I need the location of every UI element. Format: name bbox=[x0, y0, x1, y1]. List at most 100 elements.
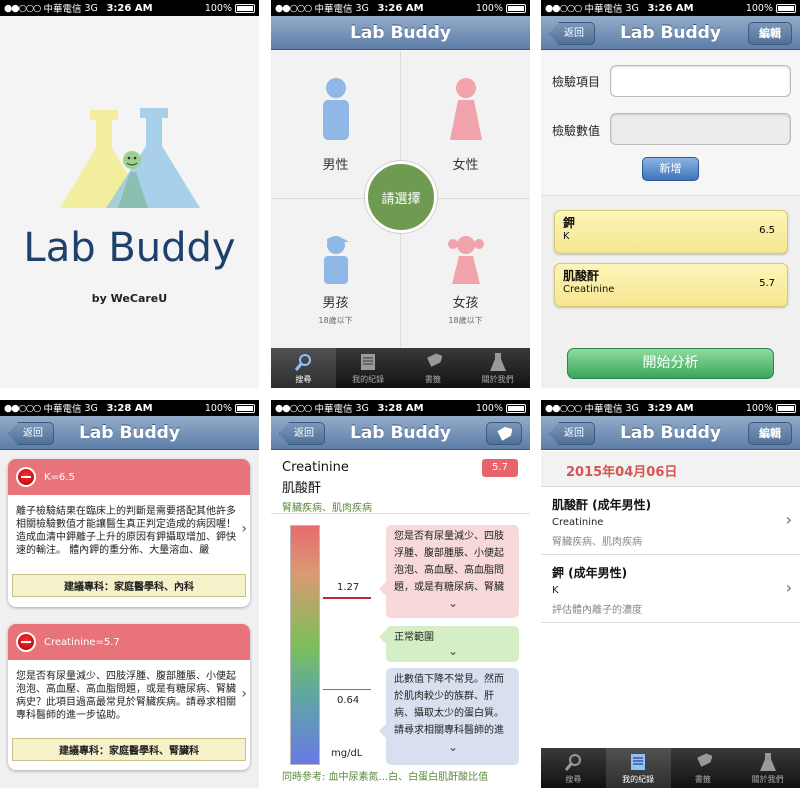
status-bar: ●●○○○ 中華電信 3G 3:26 AM 100% bbox=[541, 0, 800, 16]
back-button[interactable]: 返回 bbox=[8, 422, 54, 445]
back-button[interactable]: 返回 bbox=[549, 22, 595, 45]
add-label: 新增 bbox=[659, 162, 682, 175]
low-description: 此數值下降不常見。然而於肌肉較少的族群、肝病、攝取太少的蛋白質。請尋求相關專科醫… bbox=[394, 674, 504, 736]
low-threshold: 0.64 bbox=[337, 695, 360, 706]
select-screen: ●●○○○ 中華電信 3G 3:26 AM 100% Lab Buddy 男性 女… bbox=[271, 0, 530, 388]
bookmark-button[interactable] bbox=[486, 422, 522, 445]
result-card[interactable]: K=6.5 離子檢驗結果在臨床上的判斷是需要搭配其他許多相關檢驗數值才能讓醫生真… bbox=[8, 459, 250, 607]
tab-search[interactable]: 搜尋 bbox=[271, 348, 336, 388]
test-name-zh: 肌酸酐 bbox=[282, 481, 322, 496]
chevron-right-icon: › bbox=[241, 686, 247, 702]
tab-label: 書籤 bbox=[694, 775, 711, 784]
result-specialty: 建議專科：家庭醫學科、腎臟科 bbox=[12, 738, 246, 761]
tab-label: 書籤 bbox=[424, 375, 441, 384]
tag-icon bbox=[497, 426, 513, 441]
nav-title: Lab Buddy bbox=[79, 422, 180, 443]
item-input[interactable] bbox=[610, 65, 791, 97]
tab-bar: 搜尋 我的紀錄 書籤 關於我們 bbox=[271, 348, 530, 388]
search-icon bbox=[565, 754, 582, 771]
nav-bar: 返回 Lab Buddy bbox=[271, 416, 530, 450]
tab-bookmarks[interactable]: 書籤 bbox=[671, 748, 736, 788]
chevron-down-icon: ⌄ bbox=[448, 644, 459, 658]
chevron-down-icon: ⌄ bbox=[448, 740, 459, 754]
record-description: 評估體內離子的濃度 bbox=[552, 605, 642, 616]
document-icon bbox=[631, 754, 646, 770]
test-value-badge: 5.7 bbox=[482, 459, 518, 477]
result-card-header: K=6.5 bbox=[8, 459, 250, 495]
entry-card[interactable]: 鉀 K 6.5 bbox=[554, 210, 788, 254]
boy-age-note: 18歲以下 bbox=[318, 316, 353, 325]
man-icon bbox=[322, 78, 349, 140]
analyze-label: 開始分析 bbox=[642, 355, 699, 371]
back-button[interactable]: 返回 bbox=[279, 422, 325, 445]
tab-records[interactable]: 我的紀錄 bbox=[605, 748, 671, 788]
record-row[interactable]: 肌酸酐 (成年男性) Creatinine 腎臟疾病、肌肉疾病 › bbox=[541, 488, 800, 555]
high-description: 您是否有尿量減少、四肢浮腫、腹部腫脹、小便起泡泡、高血壓、高血脂問題，或是有糖尿… bbox=[394, 531, 504, 593]
card-code: Creatinine bbox=[563, 284, 615, 295]
related-diseases: 腎臟疾病、肌肉疾病 bbox=[282, 503, 372, 514]
card-name: 鉀 bbox=[563, 216, 576, 230]
record-code: K bbox=[552, 585, 559, 596]
nav-title: Lab Buddy bbox=[350, 422, 451, 443]
search-icon bbox=[295, 354, 312, 371]
tab-about[interactable]: 關於我們 bbox=[735, 748, 800, 788]
record-title: 鉀 (成年男性) bbox=[552, 566, 628, 580]
chevron-down-icon: ⌄ bbox=[448, 596, 459, 610]
girl-label: 女孩 bbox=[452, 296, 479, 311]
male-label: 男性 bbox=[322, 158, 349, 173]
record-code: Creatinine bbox=[552, 517, 604, 528]
record-title: 肌酸酐 (成年男性) bbox=[552, 498, 652, 512]
see-also: 同時參考: 血中尿素氮...白、白蛋白肌酐酸比值 bbox=[282, 772, 489, 783]
chevron-right-icon: › bbox=[785, 510, 792, 529]
records-screen: ●●○○○ 中華電信 3G 3:29 AM 100% 返回 Lab Buddy 編… bbox=[541, 400, 800, 788]
detail-screen: ●●○○○ 中華電信 3G 3:28 AM 100% 返回 Lab Buddy C… bbox=[271, 400, 530, 788]
normal-description: 正常範圍 bbox=[394, 632, 434, 643]
edit-button[interactable]: 編輯 bbox=[748, 422, 792, 445]
splash-screen: ●●○○○ 中華電信 3G 3:26 AM 100% Lab Buddy by W… bbox=[0, 0, 259, 388]
tag-icon bbox=[696, 753, 712, 767]
nav-bar: 返回 Lab Buddy 編輯 bbox=[541, 16, 800, 50]
tab-label: 關於我們 bbox=[481, 375, 514, 384]
entry-card[interactable]: 肌酸酐 Creatinine 5.7 bbox=[554, 263, 788, 307]
value-label: 檢驗數值 bbox=[552, 124, 601, 138]
alert-icon bbox=[16, 467, 36, 487]
entry-screen: ●●○○○ 中華電信 3G 3:26 AM 100% 返回 Lab Buddy 編… bbox=[541, 0, 800, 388]
tab-records[interactable]: 我的紀錄 bbox=[336, 348, 401, 388]
edit-button[interactable]: 編輯 bbox=[748, 22, 792, 45]
add-button[interactable]: 新增 bbox=[642, 157, 699, 181]
analyze-button[interactable]: 開始分析 bbox=[567, 348, 774, 379]
tab-label: 搜尋 bbox=[565, 775, 582, 784]
back-button[interactable]: 返回 bbox=[549, 422, 595, 445]
value-input[interactable] bbox=[610, 113, 791, 145]
result-body: 離子檢驗結果在臨床上的判斷是需要搭配其他許多相關檢驗數值才能讓醫生真正判定造成的… bbox=[16, 506, 236, 556]
tab-search[interactable]: 搜尋 bbox=[541, 748, 606, 788]
boy-icon bbox=[323, 236, 349, 284]
item-label: 檢驗項目 bbox=[552, 75, 601, 89]
tab-label: 搜尋 bbox=[295, 375, 312, 384]
tab-bookmarks[interactable]: 書籤 bbox=[401, 348, 466, 388]
status-bar: ●●○○○ 中華電信 3G 3:28 AM 100% bbox=[271, 400, 530, 416]
result-card[interactable]: Creatinine=5.7 您是否有尿量減少、四肢浮腫、腹部腫脹、小便起泡泡、… bbox=[8, 624, 250, 770]
entry-form: 檢驗項目 檢驗數值 新增 bbox=[541, 51, 800, 196]
status-bar: ●●○○○ 中華電信 3G 3:28 AM 100% bbox=[0, 400, 259, 416]
splash-title: Lab Buddy bbox=[23, 225, 236, 271]
result-specialty: 建議專科：家庭醫學科、內科 bbox=[12, 574, 246, 597]
status-bar: ●●○○○ 中華電信 3G 3:26 AM 100% bbox=[271, 0, 530, 16]
card-value: 6.5 bbox=[759, 225, 775, 236]
select-prompt-label: 請選擇 bbox=[381, 191, 421, 207]
results-screen: ●●○○○ 中華電信 3G 3:28 AM 100% 返回 Lab Buddy K… bbox=[0, 400, 259, 788]
nav-bar: 返回 Lab Buddy bbox=[0, 416, 259, 450]
high-threshold: 1.27 bbox=[337, 582, 360, 593]
select-prompt-button[interactable]: 請選擇 bbox=[365, 161, 437, 233]
girl-age-note: 18歲以下 bbox=[448, 316, 483, 325]
date-header: 2015年04月06日 bbox=[541, 451, 800, 487]
clock: 3:28 AM bbox=[106, 402, 153, 414]
result-title: K=6.5 bbox=[44, 471, 75, 483]
record-description: 腎臟疾病、肌肉疾病 bbox=[552, 537, 642, 548]
tab-about[interactable]: 關於我們 bbox=[465, 348, 530, 388]
girl-icon bbox=[447, 236, 484, 284]
card-code: K bbox=[563, 231, 570, 242]
flask-icon bbox=[489, 353, 506, 371]
record-row[interactable]: 鉀 (成年男性) K 評估體內離子的濃度 › bbox=[541, 556, 800, 623]
clock: 3:28 AM bbox=[377, 402, 424, 414]
